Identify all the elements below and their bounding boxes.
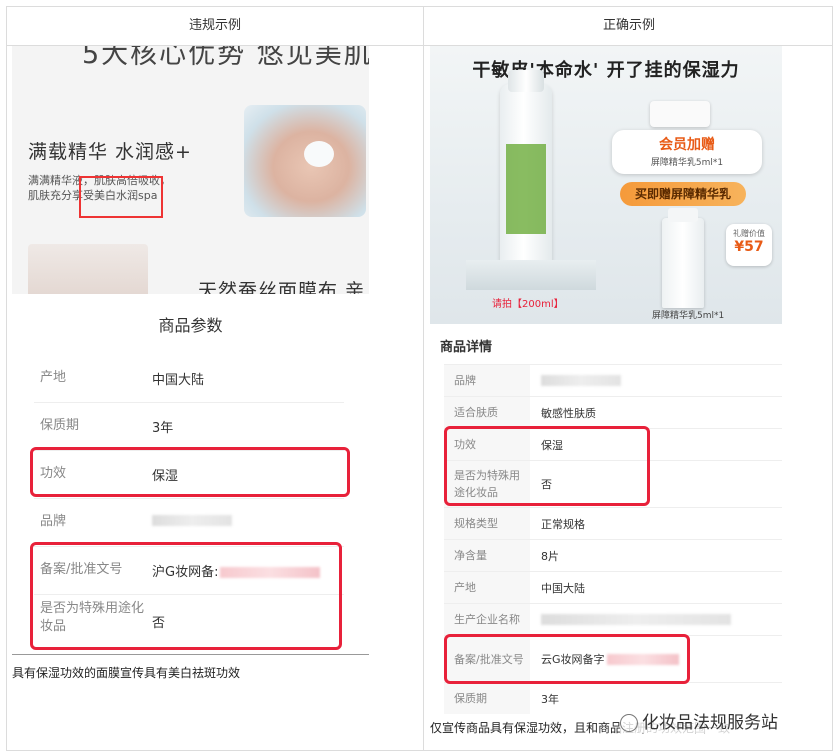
violation-caption: 具有保湿功效的面膜宣传具有美白祛斑功效 xyxy=(12,666,241,680)
essence-tube xyxy=(662,208,704,308)
detail-key: 规格类型 xyxy=(444,508,530,539)
param-value: 3年 xyxy=(152,421,174,436)
highlight-whitening-claim xyxy=(79,176,163,218)
divider xyxy=(12,654,369,655)
member-gift-badge: 会员加赠 屏障精华乳5ml*1 xyxy=(612,130,762,174)
source-watermark: 化妆品法规服务站 xyxy=(620,708,778,733)
wechat-logo-icon xyxy=(620,714,638,732)
gift-caption: 屏障精华乳5ml*1 xyxy=(652,311,725,321)
price-label: 礼赠价值 xyxy=(733,229,765,238)
detail-row-manufacturer: 生产企业名称 xyxy=(444,604,782,636)
detail-value: 敏感性肤质 xyxy=(541,406,596,420)
header-correct: 正确示例 xyxy=(602,18,655,33)
foam xyxy=(304,141,334,167)
detail-value: 3年 xyxy=(541,692,559,706)
details-title: 商品详情 xyxy=(440,340,493,355)
violation-product-image: 5大核心优势 悠见美肌 满载精华 水润感+ 满满精华液，肌肤高倍吸收，肌肤充分享… xyxy=(12,46,369,294)
gift-title: 会员加赠 xyxy=(659,137,715,153)
param-key: 保质期 xyxy=(40,418,80,433)
banner-top-text: 5大核心优势 悠见美肌 xyxy=(82,46,369,70)
banner-footer-text: 天然蚕丝面膜布 亲 xyxy=(198,280,366,294)
detail-value: 正常规格 xyxy=(541,517,585,531)
highlight-efficacy xyxy=(30,447,350,497)
param-row-shelf-life: 保质期 3年 xyxy=(34,402,344,451)
param-key: 产地 xyxy=(40,370,67,385)
gift-value-badge: 礼赠价值 ¥57 xyxy=(726,224,772,266)
detail-row-skin: 适合肤质 敏感性肤质 xyxy=(444,397,782,429)
hands-photo xyxy=(244,105,366,217)
detail-row-brand: 品牌 xyxy=(444,365,782,397)
detail-key: 品牌 xyxy=(444,365,530,396)
detail-row-net: 净含量 8片 xyxy=(444,540,782,572)
highlight-efficacy xyxy=(444,426,650,506)
detail-value: 中国大陆 xyxy=(541,581,585,595)
detail-row-spec: 规格类型 正常规格 xyxy=(444,508,782,540)
display-stand xyxy=(466,260,596,290)
param-value: 中国大陆 xyxy=(152,373,205,388)
header-violation: 违规示例 xyxy=(188,18,241,33)
highlight-registration xyxy=(444,634,690,684)
product-params-panel: 商品参数 产地 中国大陆 保质期 3年 功效 保湿 品牌 备案/批准文号 沪G妆… xyxy=(12,294,369,654)
mask-photo xyxy=(28,244,148,294)
detail-key: 适合肤质 xyxy=(444,397,530,428)
tube-cap xyxy=(668,208,698,222)
watermark-text: 化妆品法规服务站 xyxy=(642,713,778,733)
bottle-label xyxy=(506,144,546,234)
bottle-cap xyxy=(508,70,544,92)
column-divider xyxy=(423,7,424,750)
detail-value-blurred xyxy=(541,365,621,396)
correct-product-image: 干敏皮'本命水' 开了挂的保湿力 会员加赠 屏障精华乳5ml*1 买即赠屏障精华… xyxy=(430,46,782,324)
buy-gift-banner: 买即赠屏障精华乳 xyxy=(620,182,746,206)
param-value-blurred xyxy=(152,513,232,528)
highlight-registration xyxy=(30,542,342,650)
detail-key: 生产企业名称 xyxy=(444,604,530,635)
size-sticker: 请拍【200ml】 xyxy=(492,299,564,310)
detail-row-origin: 产地 中国大陆 xyxy=(444,572,782,604)
detail-key: 产地 xyxy=(444,572,530,603)
param-row-brand: 品牌 xyxy=(34,498,344,547)
detail-key: 净含量 xyxy=(444,540,530,571)
param-row-origin: 产地 中国大陆 xyxy=(34,354,344,403)
gift-sub: 屏障精华乳5ml*1 xyxy=(650,158,724,168)
small-tube xyxy=(650,101,710,127)
banner-heading: 满载精华 水润感+ xyxy=(28,141,192,163)
detail-key: 保质期 xyxy=(444,683,530,714)
price-value: ¥57 xyxy=(734,239,764,255)
product-details-panel: 商品详情 品牌 适合肤质 敏感性肤质 功效 保湿 是否为特殊用途化妆品 否 规格… xyxy=(430,330,782,714)
toner-bottle xyxy=(500,70,552,266)
params-title: 商品参数 xyxy=(158,316,223,335)
param-key: 品牌 xyxy=(40,514,67,529)
banner-heading: 干敏皮'本命水' 开了挂的保湿力 xyxy=(472,60,740,81)
table-header: 违规示例 正确示例 xyxy=(7,7,832,46)
detail-value-blurred xyxy=(541,604,731,635)
detail-value: 8片 xyxy=(541,549,559,563)
